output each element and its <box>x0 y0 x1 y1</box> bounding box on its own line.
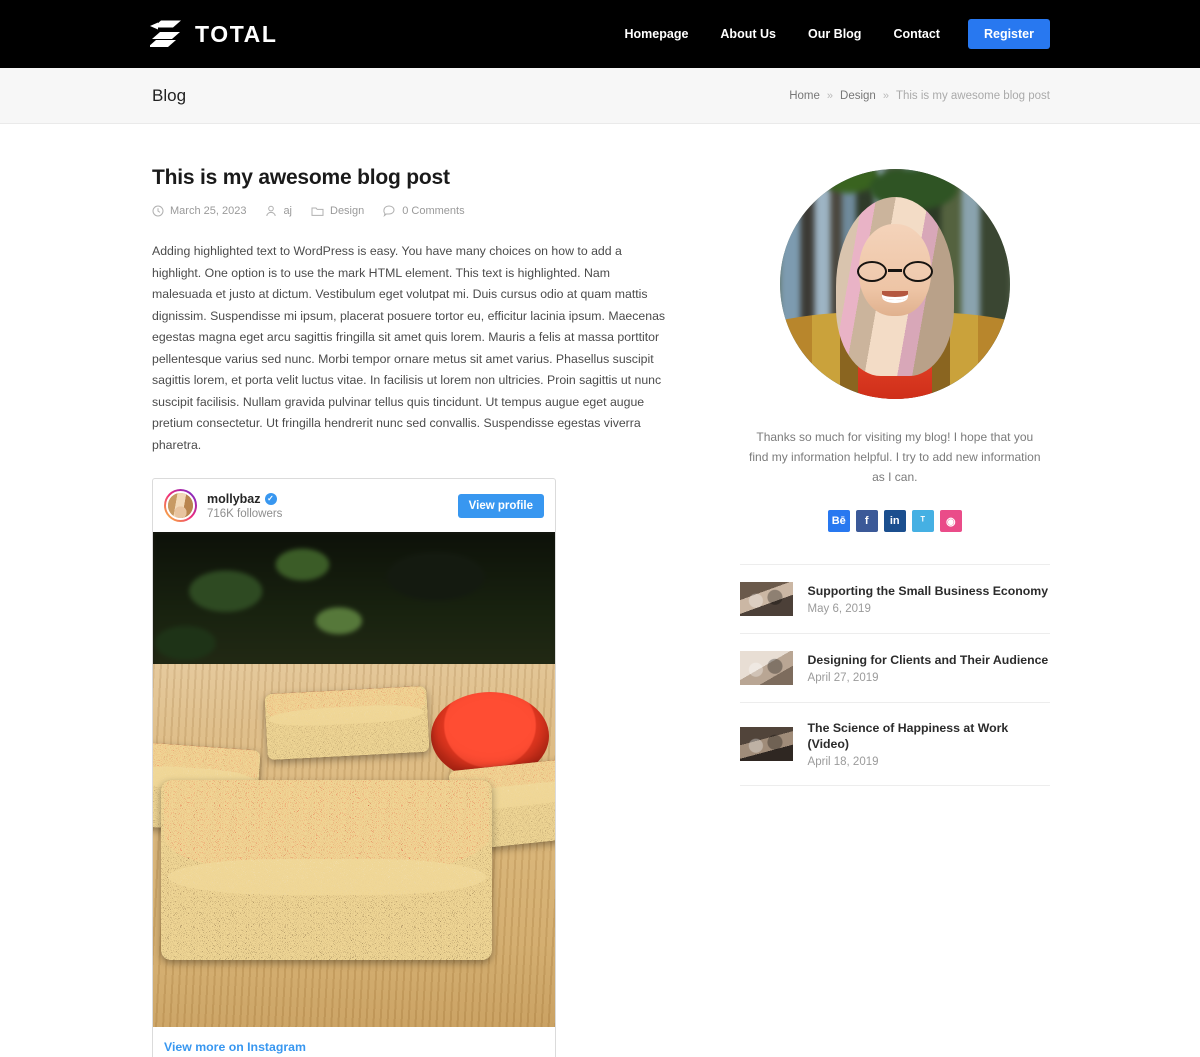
author-blurb: Thanks so much for visiting my blog! I h… <box>749 430 1041 484</box>
nav-item-about-us[interactable]: About Us <box>704 27 792 41</box>
breadcrumb-separator-icon: » <box>826 89 834 102</box>
list-item[interactable]: Supporting the Small Business Economy Ma… <box>739 564 1050 633</box>
breadcrumb: Home » Design » This is my awesome blog … <box>789 90 1050 102</box>
post-author-label[interactable]: aj <box>283 205 292 217</box>
list-item[interactable]: The Science of Happiness at Work (Video)… <box>739 702 1050 786</box>
post-thumbnail <box>739 651 793 685</box>
recent-post-date: April 18, 2019 <box>807 756 879 768</box>
photo-toast-slice <box>264 685 430 761</box>
nav-item-homepage[interactable]: Homepage <box>609 27 705 41</box>
verified-badge-icon: ✓ <box>264 493 277 505</box>
user-icon <box>266 205 277 217</box>
instagram-username-row[interactable]: mollybaz ✓ <box>207 492 448 507</box>
post-comments: 0 Comments <box>383 205 465 217</box>
folder-icon <box>311 207 324 216</box>
clock-icon <box>152 205 164 217</box>
social-links: Bē f in ᵀ ◉ <box>740 510 1050 532</box>
photo-foliage-background <box>153 532 555 680</box>
page-header-bar: Blog Home » Design » This is my awesome … <box>0 68 1200 124</box>
post-category: Design <box>311 205 364 217</box>
brand-name: TOTAL <box>195 20 278 47</box>
post-body: Adding highlighted text to WordPress is … <box>152 244 666 452</box>
brand-logo[interactable]: TOTAL <box>150 19 278 49</box>
recent-posts-list: Supporting the Small Business Economy Ma… <box>739 564 1050 786</box>
instagram-username: mollybaz <box>207 491 261 506</box>
author-avatar <box>779 169 1010 399</box>
behance-icon[interactable]: Bē <box>827 510 850 532</box>
post-date-label: March 25, 2023 <box>170 205 247 217</box>
view-profile-button[interactable]: View profile <box>457 493 544 518</box>
recent-post-title[interactable]: The Science of Happiness at Work (Video) <box>808 720 1050 752</box>
register-button[interactable]: Register <box>967 19 1050 49</box>
instagram-avatar[interactable] <box>164 489 197 522</box>
photo-toast-main <box>161 780 493 960</box>
post-thumbnail <box>739 727 793 761</box>
facebook-icon[interactable]: f <box>855 510 878 532</box>
post-author: aj <box>265 205 292 217</box>
post-title: This is my awesome blog post <box>152 166 450 189</box>
linkedin-icon[interactable]: in <box>883 510 906 532</box>
breadcrumb-current: This is my awesome blog post <box>895 89 1050 102</box>
dribbble-icon[interactable]: ◉ <box>939 510 962 532</box>
instagram-embed: mollybaz ✓ 716K followers View profile V… <box>152 478 556 1057</box>
breadcrumb-home[interactable]: Home <box>789 90 820 102</box>
breadcrumb-category[interactable]: Design <box>840 90 876 102</box>
page-title: Blog <box>152 85 187 105</box>
instagram-photo[interactable] <box>153 532 555 1027</box>
nav-item-contact[interactable]: Contact <box>877 27 956 41</box>
nav-item-our-blog[interactable]: Our Blog <box>792 27 877 41</box>
twitter-icon[interactable]: ᵀ <box>911 510 934 532</box>
sidebar: Thanks so much for visiting my blog! I h… <box>739 166 1050 1057</box>
main-navigation: Homepage About Us Our Blog Contact Regis… <box>609 19 1050 49</box>
post-comments-label[interactable]: 0 Comments <box>402 205 464 217</box>
post-category-label[interactable]: Design <box>330 205 364 217</box>
recent-post-title[interactable]: Supporting the Small Business Economy <box>808 583 1050 599</box>
instagram-header: mollybaz ✓ 716K followers View profile <box>153 479 555 532</box>
instagram-user-block: mollybaz ✓ 716K followers <box>207 492 448 520</box>
instagram-followers: 716K followers <box>207 507 283 520</box>
post-thumbnail <box>739 582 793 616</box>
recent-post-date: May 6, 2019 <box>807 603 871 615</box>
view-more-on-instagram-link[interactable]: View more on Instagram <box>153 1027 555 1057</box>
breadcrumb-separator-icon: » <box>882 89 889 102</box>
list-item[interactable]: Designing for Clients and Their Audience… <box>739 633 1050 702</box>
recent-post-date: April 27, 2019 <box>807 672 879 684</box>
recent-post-title[interactable]: Designing for Clients and Their Audience <box>808 652 1050 668</box>
page-content: This is my awesome blog post March 25, 2… <box>0 124 1200 1057</box>
article-column: This is my awesome blog post March 25, 2… <box>152 166 668 1057</box>
comment-icon <box>383 205 395 217</box>
total-logo-mark-icon <box>150 20 181 47</box>
post-date: March 25, 2023 <box>152 205 246 217</box>
site-header: TOTAL Homepage About Us Our Blog Contact… <box>0 0 1200 68</box>
post-meta: March 25, 2023 aj Design 0 Comments <box>152 205 668 217</box>
